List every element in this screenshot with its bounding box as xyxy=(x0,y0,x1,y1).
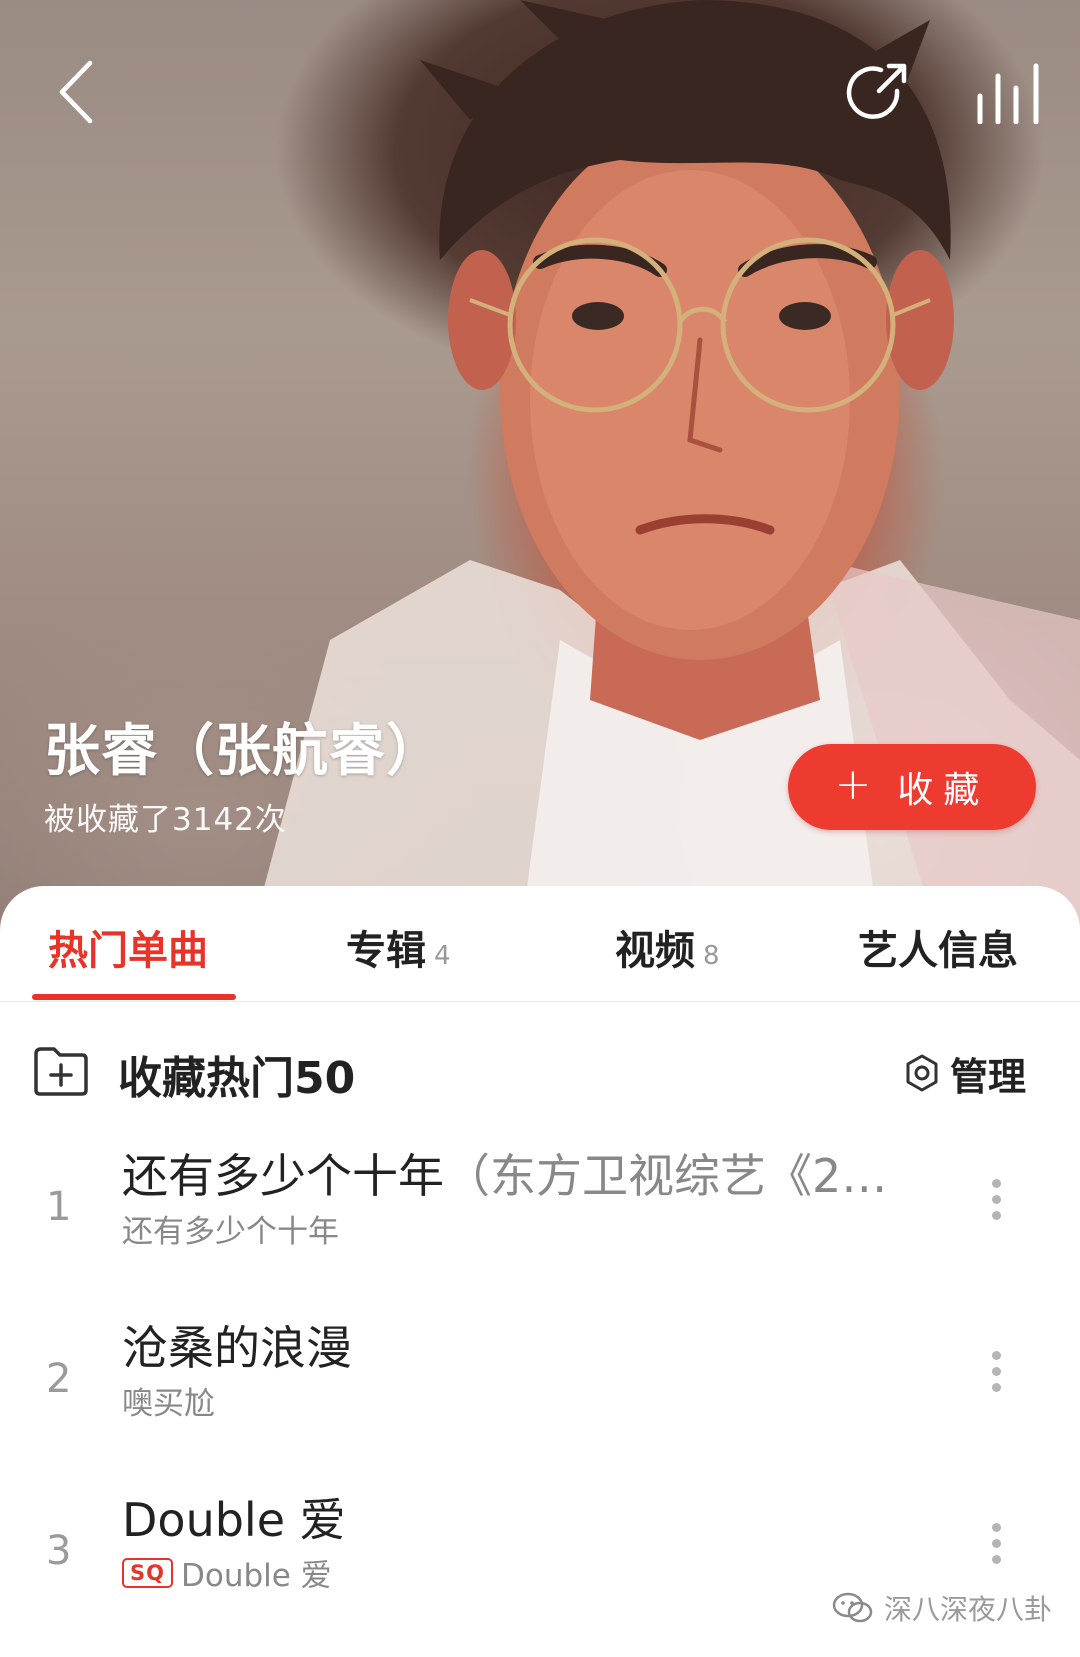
back-icon[interactable] xyxy=(48,56,104,128)
wechat-icon xyxy=(832,1592,873,1623)
watermark-text: 深八深夜八卦 xyxy=(884,1593,1053,1626)
song-title: 沧桑的浪漫 xyxy=(122,1312,942,1378)
content-sheet: 热门单曲 专辑 4 视频 8 艺人信息 收藏热门50 管理 1 还有多少个十年（… xyxy=(0,886,1080,1657)
song-row[interactable]: 1 还有多少个十年（东方卫视综艺《2… 还有多少个十年 xyxy=(0,1140,1080,1290)
tab-label: 视频 xyxy=(615,928,695,974)
more-icon[interactable] xyxy=(984,1346,1008,1406)
tab-count: 8 xyxy=(703,941,720,971)
song-index: 2 xyxy=(46,1356,72,1402)
artist-name: 张睿（张航睿） xyxy=(44,719,443,784)
song-subtitle: SQ Double 爱 xyxy=(122,1550,332,1595)
follow-button-label: 收藏 xyxy=(897,770,990,811)
song-title-main: 沧桑的浪漫 xyxy=(122,1321,352,1375)
song-row[interactable]: 2 沧桑的浪漫 噢买尬 xyxy=(0,1312,1080,1462)
tab-videos[interactable]: 视频 8 xyxy=(615,918,720,974)
active-tab-indicator xyxy=(32,994,236,1000)
sq-quality-badge: SQ xyxy=(122,1557,173,1588)
collect-top50-row: 收藏热门50 管理 xyxy=(0,1034,1080,1114)
song-title-main: 还有多少个十年 xyxy=(122,1149,444,1203)
song-title-main: Double 爱 xyxy=(122,1493,346,1547)
tab-label: 艺人信息 xyxy=(858,928,1018,974)
collect-top50-label[interactable]: 收藏热门50 xyxy=(118,1042,355,1106)
song-artist-album: Double 爱 xyxy=(180,1558,332,1594)
artist-header: 张睿（张航睿） 被收藏了3142次 + 收藏 xyxy=(0,0,1080,940)
manage-button[interactable]: 管理 xyxy=(904,1048,1027,1099)
tab-hot-songs[interactable]: 热门单曲 xyxy=(48,918,208,974)
song-title: Double 爱 xyxy=(122,1484,942,1550)
more-icon[interactable] xyxy=(984,1174,1008,1234)
favorited-count: 被收藏了3142次 xyxy=(44,802,287,838)
song-subtitle: 还有多少个十年 xyxy=(122,1206,339,1251)
tab-artist-info[interactable]: 艺人信息 xyxy=(858,918,1018,974)
equalizer-icon[interactable] xyxy=(970,58,1048,128)
tab-count: 4 xyxy=(434,941,451,971)
gear-icon xyxy=(906,1054,938,1092)
song-subtitle: 噢买尬 xyxy=(122,1378,215,1423)
song-index: 3 xyxy=(46,1528,72,1574)
tab-label: 专辑 xyxy=(346,928,426,974)
share-icon[interactable] xyxy=(842,58,912,128)
manage-label: 管理 xyxy=(950,1054,1027,1099)
tab-bar: 热门单曲 专辑 4 视频 8 艺人信息 xyxy=(0,886,1080,1002)
watermark: 深八深夜八卦 xyxy=(832,1588,1052,1628)
follow-button[interactable]: + 收藏 xyxy=(788,744,1036,830)
plus-icon: + xyxy=(834,759,872,810)
song-index: 1 xyxy=(46,1184,72,1230)
song-title: 还有多少个十年（东方卫视综艺《2… xyxy=(122,1140,942,1206)
song-title-extra: （东方卫视综艺《2… xyxy=(444,1149,888,1203)
artist-page: 张睿（张航睿） 被收藏了3142次 + 收藏 热门单曲 专辑 4 视频 8 艺人… xyxy=(0,0,1080,1657)
song-artist-album: 还有多少个十年 xyxy=(122,1214,339,1250)
tab-albums[interactable]: 专辑 4 xyxy=(346,918,451,974)
add-folder-icon[interactable] xyxy=(32,1044,90,1098)
more-icon[interactable] xyxy=(984,1518,1008,1578)
tab-label: 热门单曲 xyxy=(48,928,208,974)
song-artist-album: 噢买尬 xyxy=(122,1386,215,1422)
